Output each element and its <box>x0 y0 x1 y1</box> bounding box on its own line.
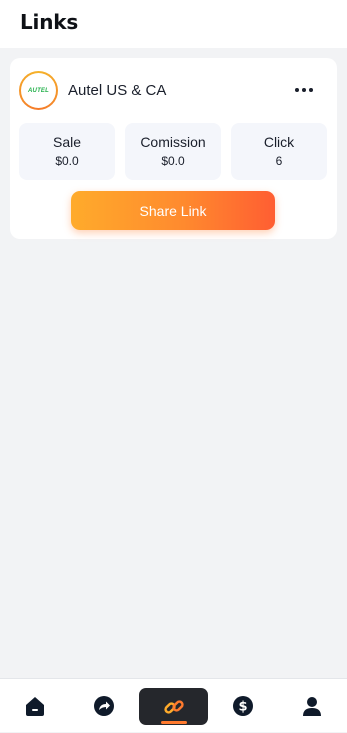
stat-label: Click <box>263 134 295 150</box>
link-icon <box>163 699 184 714</box>
brand-logo: AUTEL <box>19 71 58 110</box>
share-link-button[interactable]: Share Link <box>71 191 275 230</box>
home-icon <box>26 697 44 716</box>
stat-label: Sale <box>52 134 82 150</box>
stat-click: Click 6 <box>231 123 327 180</box>
stat-value: 6 <box>275 154 283 168</box>
brand-name: Autel US & CA <box>68 82 167 99</box>
more-dot-icon <box>295 88 299 92</box>
share-arrow-icon <box>94 696 114 716</box>
tab-share[interactable] <box>83 679 125 733</box>
user-icon <box>303 697 321 716</box>
more-options-button[interactable] <box>292 80 316 100</box>
tab-earnings[interactable]: $ <box>222 679 264 733</box>
link-card: AUTEL Autel US & CA Sale $0.0 Comission … <box>10 58 337 239</box>
header-bar: Links <box>0 0 347 48</box>
tab-profile[interactable] <box>291 679 333 733</box>
stat-value: $0.0 <box>161 154 185 168</box>
tab-links[interactable] <box>139 688 208 725</box>
stat-sale: Sale $0.0 <box>19 123 115 180</box>
stat-comission: Comission $0.0 <box>125 123 221 180</box>
svg-text:$: $ <box>238 700 247 715</box>
dollar-icon: $ <box>233 696 253 716</box>
more-dot-icon <box>302 88 306 92</box>
stat-value: $0.0 <box>55 154 79 168</box>
brand-logo-text: AUTEL <box>21 73 56 108</box>
bottom-tab-bar: $ <box>0 678 347 732</box>
stat-label: Comission <box>140 134 206 150</box>
tab-home[interactable] <box>14 679 56 733</box>
active-tab-indicator <box>161 721 187 724</box>
page-title: Links <box>20 10 79 34</box>
more-dot-icon <box>309 88 313 92</box>
